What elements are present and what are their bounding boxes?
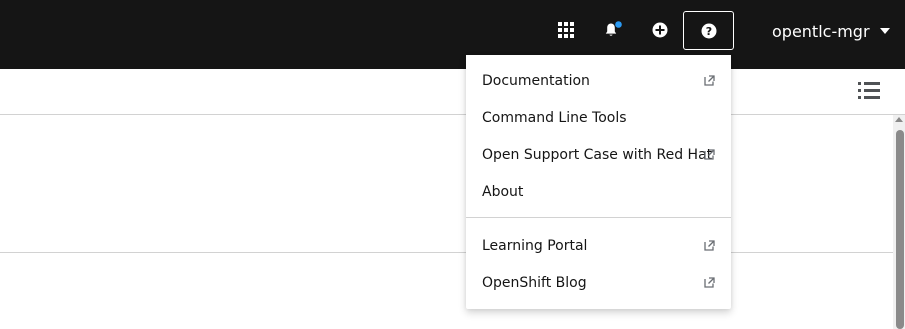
- external-link-icon: [704, 75, 715, 86]
- quick-create-icon[interactable]: [640, 11, 680, 49]
- user-name: opentlc-mgr: [772, 21, 870, 41]
- menu-item-documentation[interactable]: Documentation: [466, 62, 731, 99]
- menu-item-command-line-tools[interactable]: Command Line Tools: [466, 99, 731, 136]
- menu-item-label: Command Line Tools: [482, 109, 627, 126]
- user-menu-toggle[interactable]: opentlc-mgr: [772, 19, 890, 43]
- menu-item-label: Documentation: [482, 72, 590, 89]
- menu-item-about[interactable]: About: [466, 173, 731, 210]
- notifications-bell-icon[interactable]: [594, 11, 634, 49]
- external-link-icon: [704, 240, 715, 251]
- menu-item-learning-portal[interactable]: Learning Portal: [466, 227, 731, 264]
- list-view-icon[interactable]: [858, 82, 880, 104]
- menu-item-label: About: [482, 183, 524, 200]
- menu-item-label: Open Support Case with Red Hat: [482, 146, 713, 163]
- help-dropdown-menu: Documentation Command Line Tools Open Su…: [466, 55, 731, 309]
- page-toolbar: [0, 69, 905, 115]
- notification-badge-dot: [615, 21, 622, 28]
- scrollbar-thumb[interactable]: [896, 130, 904, 329]
- help-icon: ?: [701, 23, 716, 38]
- menu-item-label: OpenShift Blog: [482, 274, 587, 291]
- menu-item-label: Learning Portal: [482, 237, 588, 254]
- external-link-icon: [704, 149, 715, 160]
- masthead: ? opentlc-mgr: [0, 0, 905, 69]
- help-menu-toggle-button[interactable]: ?: [683, 11, 734, 50]
- external-link-icon: [704, 277, 715, 288]
- scroll-up-arrow[interactable]: [895, 117, 903, 122]
- svg-text:?: ?: [705, 25, 711, 38]
- menu-item-open-support-case[interactable]: Open Support Case with Red Hat: [466, 136, 731, 173]
- menu-item-openshift-blog[interactable]: OpenShift Blog: [466, 264, 731, 301]
- content-section: [0, 115, 893, 253]
- app-launcher-icon[interactable]: [546, 11, 586, 49]
- caret-down-icon: [879, 28, 890, 34]
- menu-divider: [466, 217, 731, 218]
